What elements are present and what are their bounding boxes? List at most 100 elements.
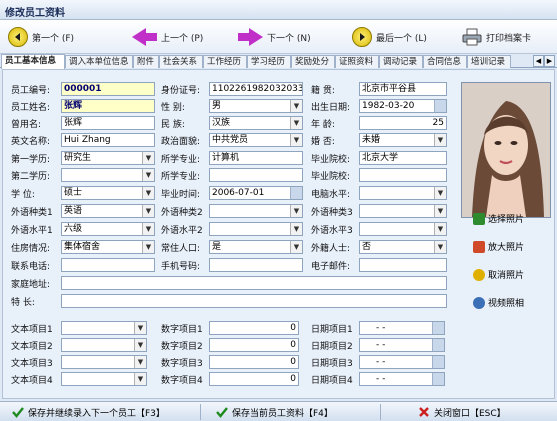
chevron-down-icon[interactable]: ▼ bbox=[142, 205, 154, 217]
number-item-field[interactable]: 0 bbox=[209, 321, 299, 335]
computer-level-select[interactable]: ▼ bbox=[359, 186, 447, 200]
tab-basic-info[interactable]: 员工基本信息 bbox=[1, 54, 65, 69]
text-item-select[interactable]: ▼ bbox=[61, 338, 147, 352]
chevron-down-icon[interactable]: ▼ bbox=[134, 339, 146, 351]
politics-select[interactable]: 中共党员 ▼ bbox=[209, 133, 303, 147]
date-item-field[interactable]: - - bbox=[359, 321, 445, 335]
print-card-button[interactable]: 打印档案卡 bbox=[462, 25, 531, 49]
mobile-field[interactable] bbox=[209, 258, 303, 272]
calendar-icon[interactable] bbox=[432, 373, 444, 385]
lang1-select[interactable]: 英语 ▼ bbox=[61, 204, 155, 218]
date-item-field[interactable]: - - bbox=[359, 338, 445, 352]
tab-rewards[interactable]: 奖励处分 bbox=[291, 55, 335, 68]
save-button[interactable]: 保存当前员工资料【F4】 bbox=[216, 404, 333, 420]
chevron-down-icon[interactable]: ▼ bbox=[434, 134, 446, 146]
date-item-field[interactable]: - - bbox=[359, 355, 445, 369]
emp-name-field[interactable]: 张辉 bbox=[61, 99, 155, 113]
calendar-icon[interactable] bbox=[432, 356, 444, 368]
phone-field[interactable] bbox=[61, 258, 155, 272]
housing-select[interactable]: 集体宿舍 ▼ bbox=[61, 240, 155, 254]
chevron-down-icon[interactable]: ▼ bbox=[142, 152, 154, 164]
email-field[interactable] bbox=[359, 258, 447, 272]
grad-date-field[interactable]: 2006-07-01 bbox=[209, 186, 303, 200]
chevron-down-icon[interactable]: ▼ bbox=[290, 100, 302, 112]
chevron-down-icon[interactable]: ▼ bbox=[290, 117, 302, 129]
last-button[interactable]: 最后一个 (L) bbox=[352, 25, 427, 49]
next-button[interactable]: 下一个 (N) bbox=[238, 25, 311, 49]
close-window-button[interactable]: 关闭窗口【ESC】 bbox=[418, 404, 506, 420]
chevron-down-icon[interactable]: ▼ bbox=[134, 322, 146, 334]
tab-transfers[interactable]: 调动记录 bbox=[379, 55, 423, 68]
emp-no-field[interactable]: 000001 bbox=[61, 82, 155, 96]
address-field[interactable] bbox=[61, 276, 447, 290]
video-photo-button[interactable]: 视频照相 bbox=[473, 296, 524, 309]
chevron-down-icon[interactable]: ▼ bbox=[290, 134, 302, 146]
calendar-icon[interactable] bbox=[432, 339, 444, 351]
chevron-down-icon[interactable]: ▼ bbox=[142, 223, 154, 235]
tab-study-history[interactable]: 学习经历 bbox=[247, 55, 291, 68]
tab-relations[interactable]: 社会关系 bbox=[159, 55, 203, 68]
major2-field[interactable] bbox=[209, 168, 303, 182]
chevron-down-icon[interactable]: ▼ bbox=[290, 205, 302, 217]
degree-select[interactable]: 硕士 ▼ bbox=[61, 186, 155, 200]
tab-work-history[interactable]: 工作经历 bbox=[203, 55, 247, 68]
tab-scroll-left-icon[interactable]: ◀ bbox=[533, 55, 544, 67]
number-item-field[interactable]: 0 bbox=[209, 338, 299, 352]
birth-date-field[interactable]: 1982-03-20 bbox=[359, 99, 447, 113]
chevron-down-icon[interactable]: ▼ bbox=[434, 223, 446, 235]
tab-training[interactable]: 培训记录 bbox=[467, 55, 511, 68]
chevron-down-icon[interactable]: ▼ bbox=[434, 187, 446, 199]
chevron-down-icon[interactable]: ▼ bbox=[434, 205, 446, 217]
school1-field[interactable]: 北京大学 bbox=[359, 151, 447, 165]
gender-select[interactable]: 男 ▼ bbox=[209, 99, 303, 113]
special-field[interactable] bbox=[61, 294, 447, 308]
tab-certificates[interactable]: 证照资料 bbox=[335, 55, 379, 68]
enlarge-photo-button[interactable]: 放大照片 bbox=[473, 240, 524, 253]
text-item-select[interactable]: ▼ bbox=[61, 321, 147, 335]
number-item-field[interactable]: 0 bbox=[209, 355, 299, 369]
marital-select[interactable]: 未婚 ▼ bbox=[359, 133, 447, 147]
major1-field[interactable]: 计算机 bbox=[209, 151, 303, 165]
calendar-icon[interactable] bbox=[434, 100, 446, 112]
chevron-down-icon[interactable]: ▼ bbox=[290, 223, 302, 235]
chevron-down-icon[interactable]: ▼ bbox=[134, 373, 146, 385]
first-button[interactable]: 第一个 (F) bbox=[8, 25, 74, 49]
edu1-select[interactable]: 研究生 ▼ bbox=[61, 151, 155, 165]
native-field[interactable]: 北京市平谷县 bbox=[359, 82, 447, 96]
chevron-down-icon[interactable]: ▼ bbox=[142, 241, 154, 253]
tab-contracts[interactable]: 合同信息 bbox=[423, 55, 467, 68]
resident-select[interactable]: 是 ▼ bbox=[209, 240, 303, 254]
choose-photo-button[interactable]: 选择照片 bbox=[473, 212, 524, 225]
edu2-select[interactable]: ▼ bbox=[61, 168, 155, 182]
age-field[interactable]: 25 bbox=[359, 116, 447, 130]
nation-select[interactable]: 汉族 ▼ bbox=[209, 116, 303, 130]
calendar-icon[interactable] bbox=[290, 187, 302, 199]
foreigner-select[interactable]: 否 ▼ bbox=[359, 240, 447, 254]
chevron-down-icon[interactable]: ▼ bbox=[142, 187, 154, 199]
chevron-down-icon[interactable]: ▼ bbox=[290, 241, 302, 253]
date-item-field[interactable]: - - bbox=[359, 372, 445, 386]
lang2-level-select[interactable]: ▼ bbox=[209, 222, 303, 236]
text-item-select[interactable]: ▼ bbox=[61, 355, 147, 369]
previous-button[interactable]: 上一个 (P) bbox=[132, 25, 203, 49]
cancel-photo-button[interactable]: 取消照片 bbox=[473, 268, 524, 281]
lang3-select[interactable]: ▼ bbox=[359, 204, 447, 218]
chevron-down-icon[interactable]: ▼ bbox=[134, 356, 146, 368]
tab-scroll-right-icon[interactable]: ▶ bbox=[544, 55, 555, 67]
lang2-select[interactable]: ▼ bbox=[209, 204, 303, 218]
idcard-field[interactable]: 110226198203203331 bbox=[209, 82, 303, 96]
chevron-down-icon[interactable]: ▼ bbox=[434, 241, 446, 253]
number-item-field[interactable]: 0 bbox=[209, 372, 299, 386]
english-name-field[interactable]: Hui Zhang bbox=[61, 133, 155, 147]
school2-field[interactable] bbox=[359, 168, 447, 182]
former-name-field[interactable]: 张辉 bbox=[61, 116, 155, 130]
lang3-level-select[interactable]: ▼ bbox=[359, 222, 447, 236]
foreigner-label: 外籍人士: bbox=[311, 244, 351, 254]
tab-transfer-in[interactable]: 调入本单位信息 bbox=[65, 55, 133, 68]
tab-attachments[interactable]: 附件 bbox=[133, 55, 159, 68]
save-and-next-button[interactable]: 保存并继续录入下一个员工【F3】 bbox=[12, 404, 165, 420]
calendar-icon[interactable] bbox=[432, 322, 444, 334]
lang1-level-select[interactable]: 六级 ▼ bbox=[61, 222, 155, 236]
chevron-down-icon[interactable]: ▼ bbox=[142, 169, 154, 181]
text-item-select[interactable]: ▼ bbox=[61, 372, 147, 386]
